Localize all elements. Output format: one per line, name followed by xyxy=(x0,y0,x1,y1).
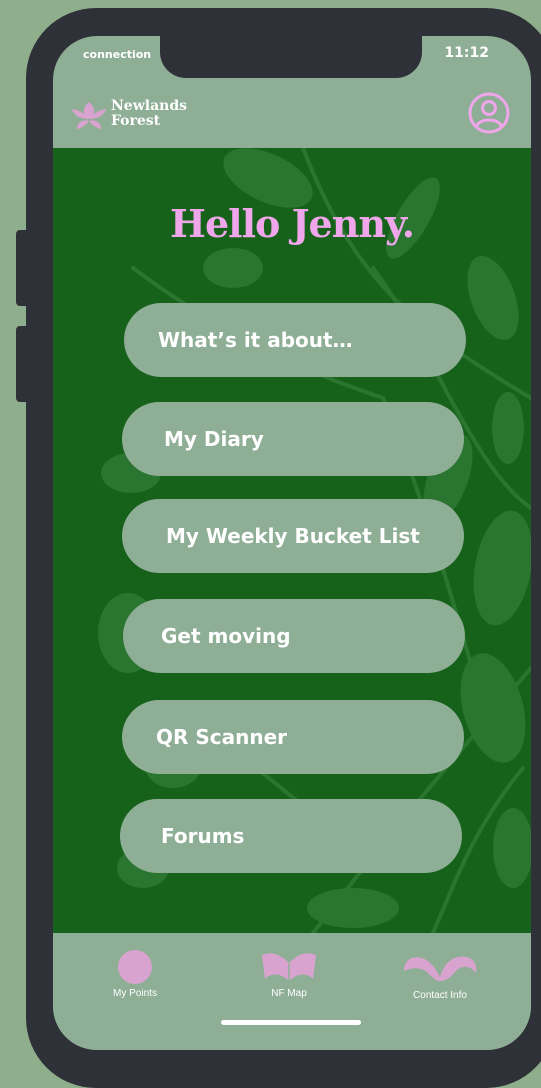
main-content: Hello Jenny. What’s it about… My Diary M… xyxy=(53,148,531,933)
tab-contact-info[interactable]: Contact Info xyxy=(380,943,500,1013)
brand-name: Newlands Forest xyxy=(111,99,187,129)
status-network: connection xyxy=(83,48,152,61)
notch xyxy=(160,36,422,78)
phone-screen: connection 11:12 Newlands Forest Hello J… xyxy=(53,36,531,1050)
home-indicator[interactable] xyxy=(221,1020,361,1025)
user-circle-icon[interactable] xyxy=(467,91,511,135)
brand-line-1: Newlands xyxy=(111,98,187,114)
contact-icon xyxy=(404,956,477,981)
menu-button-label: What’s it about… xyxy=(158,328,353,352)
menu-button-forums[interactable]: Forums xyxy=(120,799,462,873)
side-button-upper xyxy=(16,230,30,306)
side-button-lower xyxy=(16,326,30,402)
tab-my-points[interactable]: My Points xyxy=(75,943,195,1013)
map-icon xyxy=(262,953,316,981)
tab-label: Contact Info xyxy=(413,990,467,1001)
menu-button-label: My Weekly Bucket List xyxy=(166,524,420,548)
menu-button-whats-it-about[interactable]: What’s it about… xyxy=(124,303,466,377)
tab-label: NF Map xyxy=(271,988,307,999)
lotus-icon xyxy=(72,102,106,129)
tab-nf-map[interactable]: NF Map xyxy=(229,943,349,1013)
circle-points-icon xyxy=(118,950,152,984)
menu-button-label: Forums xyxy=(161,824,245,848)
menu-button-label: My Diary xyxy=(164,427,264,451)
menu-button-qr-scanner[interactable]: QR Scanner xyxy=(122,700,464,774)
menu-button-label: QR Scanner xyxy=(156,725,288,749)
menu-button-my-diary[interactable]: My Diary xyxy=(122,402,464,476)
tab-label: My Points xyxy=(113,988,157,999)
menu-button-label: Get moving xyxy=(161,624,291,648)
status-time: 11:12 xyxy=(444,45,489,61)
bottom-tab-bar: My Points NF Map Contact Info xyxy=(53,933,531,1050)
menu-button-weekly-bucket-list[interactable]: My Weekly Bucket List xyxy=(122,499,464,573)
brand-line-2: Forest xyxy=(111,113,161,129)
greeting-title: Hello Jenny. xyxy=(170,201,415,246)
menu-button-get-moving[interactable]: Get moving xyxy=(123,599,465,673)
